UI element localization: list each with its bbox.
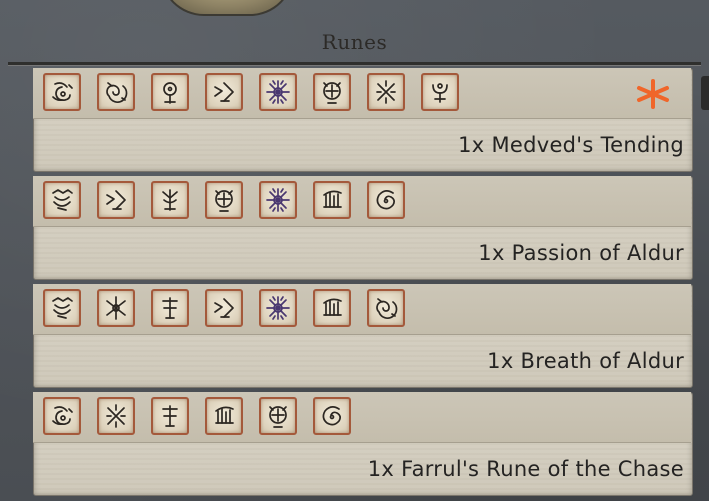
rune-orb-icon[interactable] <box>313 73 351 111</box>
rune-trident-icon[interactable] <box>151 289 189 327</box>
rune-cross-icon[interactable] <box>367 73 405 111</box>
runes-panel: Runes 1x Medved's Tending 1x Passion of A… <box>0 0 709 501</box>
rune-comb-icon[interactable] <box>205 397 243 435</box>
rune-claw-icon[interactable] <box>43 289 81 327</box>
rune-lattice-icon[interactable] <box>97 289 135 327</box>
rune-entry[interactable]: 1x Breath of Aldur <box>33 284 693 388</box>
rune-swirl-a-icon[interactable] <box>43 73 81 111</box>
rune-orb-icon[interactable] <box>259 397 297 435</box>
rune-hook-icon[interactable] <box>421 73 459 111</box>
rune-spiral-icon[interactable] <box>97 73 135 111</box>
rune-name-label: 1x Farrul's Rune of the Chase <box>367 457 684 481</box>
rune-tree-icon[interactable] <box>151 181 189 219</box>
new-marker-icon <box>633 78 673 110</box>
rune-cross-icon[interactable] <box>97 397 135 435</box>
rune-entry[interactable]: 1x Passion of Aldur <box>33 176 693 280</box>
rune-spiral-icon[interactable] <box>367 289 405 327</box>
rune-comb-icon[interactable] <box>313 289 351 327</box>
rune-icon-row <box>33 284 691 335</box>
rune-arrows-icon[interactable] <box>205 73 243 111</box>
rune-orb-icon[interactable] <box>205 181 243 219</box>
rune-eye-icon[interactable] <box>151 73 189 111</box>
rune-name-label: 1x Breath of Aldur <box>487 349 684 373</box>
rune-burst-icon[interactable] <box>259 181 297 219</box>
rune-swirl-b-icon[interactable] <box>313 397 351 435</box>
rune-burst-icon[interactable] <box>259 73 297 111</box>
rune-claw-icon[interactable] <box>43 181 81 219</box>
rune-entry[interactable]: 1x Farrul's Rune of the Chase <box>33 392 693 496</box>
rune-name-label: 1x Medved's Tending <box>458 133 684 157</box>
rune-arrows-icon[interactable] <box>97 181 135 219</box>
rune-icon-row <box>33 392 691 443</box>
rune-entry[interactable]: 1x Medved's Tending <box>33 68 693 172</box>
rune-swirl-b-icon[interactable] <box>367 181 405 219</box>
rune-list: 1x Medved's Tending 1x Passion of Aldur 1x… <box>0 0 709 501</box>
rune-comb-icon[interactable] <box>313 181 351 219</box>
rune-icon-row <box>33 176 691 227</box>
rune-arrows-icon[interactable] <box>205 289 243 327</box>
rune-name-label: 1x Passion of Aldur <box>478 241 684 265</box>
rune-burst-icon[interactable] <box>259 289 297 327</box>
rune-swirl-a-icon[interactable] <box>43 397 81 435</box>
rune-trident-icon[interactable] <box>151 397 189 435</box>
rune-icon-row <box>33 68 691 119</box>
